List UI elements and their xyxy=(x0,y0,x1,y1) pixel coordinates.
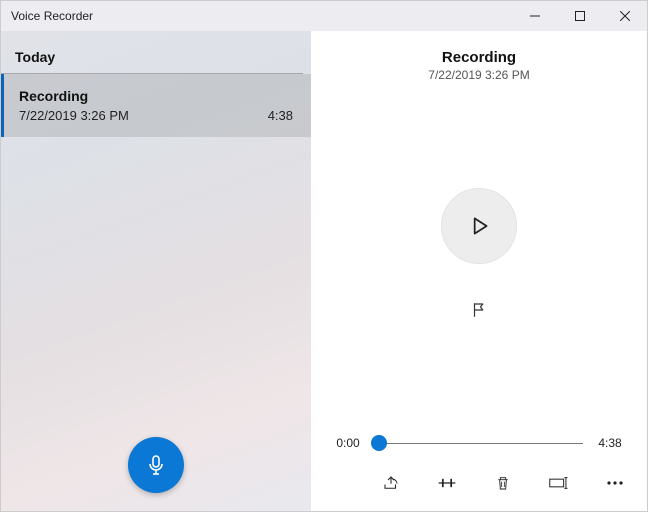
app-window: Voice Recorder Today Recording 7/22/2019… xyxy=(0,0,648,512)
playback-duration: 4:38 xyxy=(593,436,627,450)
titlebar: Voice Recorder xyxy=(1,1,647,31)
close-icon xyxy=(620,11,630,21)
play-icon xyxy=(466,213,492,239)
more-icon xyxy=(606,480,624,486)
minimize-icon xyxy=(530,11,540,21)
recording-duration: 4:38 xyxy=(268,108,293,123)
detail-title: Recording xyxy=(442,49,516,66)
add-marker-button[interactable] xyxy=(461,292,497,328)
delete-button[interactable] xyxy=(489,469,517,497)
play-area xyxy=(311,82,647,433)
detail-subtitle: 7/22/2019 3:26 PM xyxy=(428,68,529,82)
share-button[interactable] xyxy=(377,469,405,497)
share-icon xyxy=(382,474,400,492)
microphone-icon xyxy=(144,453,168,477)
more-button[interactable] xyxy=(601,469,629,497)
section-header-today: Today xyxy=(1,31,303,74)
app-body: Today Recording 7/22/2019 3:26 PM 4:38 xyxy=(1,31,647,511)
trim-button[interactable] xyxy=(433,469,461,497)
seek-track xyxy=(375,443,583,444)
minimize-button[interactable] xyxy=(512,1,557,31)
detail-pane: Recording 7/22/2019 3:26 PM 0:00 4:38 xyxy=(311,31,647,511)
seek-slider[interactable] xyxy=(375,433,583,453)
recording-title: Recording xyxy=(19,88,293,104)
trash-icon xyxy=(495,474,511,492)
maximize-button[interactable] xyxy=(557,1,602,31)
recording-datetime: 7/22/2019 3:26 PM xyxy=(19,108,129,123)
rename-icon xyxy=(549,475,569,491)
detail-toolbar xyxy=(311,461,647,511)
window-title: Voice Recorder xyxy=(11,9,93,23)
playback-position: 0:00 xyxy=(331,436,365,450)
flag-icon xyxy=(470,301,488,319)
recording-list-item[interactable]: Recording 7/22/2019 3:26 PM 4:38 xyxy=(1,74,311,137)
close-button[interactable] xyxy=(602,1,647,31)
maximize-icon xyxy=(575,11,585,21)
playback-timeline: 0:00 4:38 xyxy=(311,433,647,461)
play-button[interactable] xyxy=(441,188,517,264)
rename-button[interactable] xyxy=(545,469,573,497)
seek-thumb[interactable] xyxy=(371,435,387,451)
record-button[interactable] xyxy=(128,437,184,493)
recordings-sidebar: Today Recording 7/22/2019 3:26 PM 4:38 xyxy=(1,31,311,511)
trim-icon xyxy=(437,474,457,492)
